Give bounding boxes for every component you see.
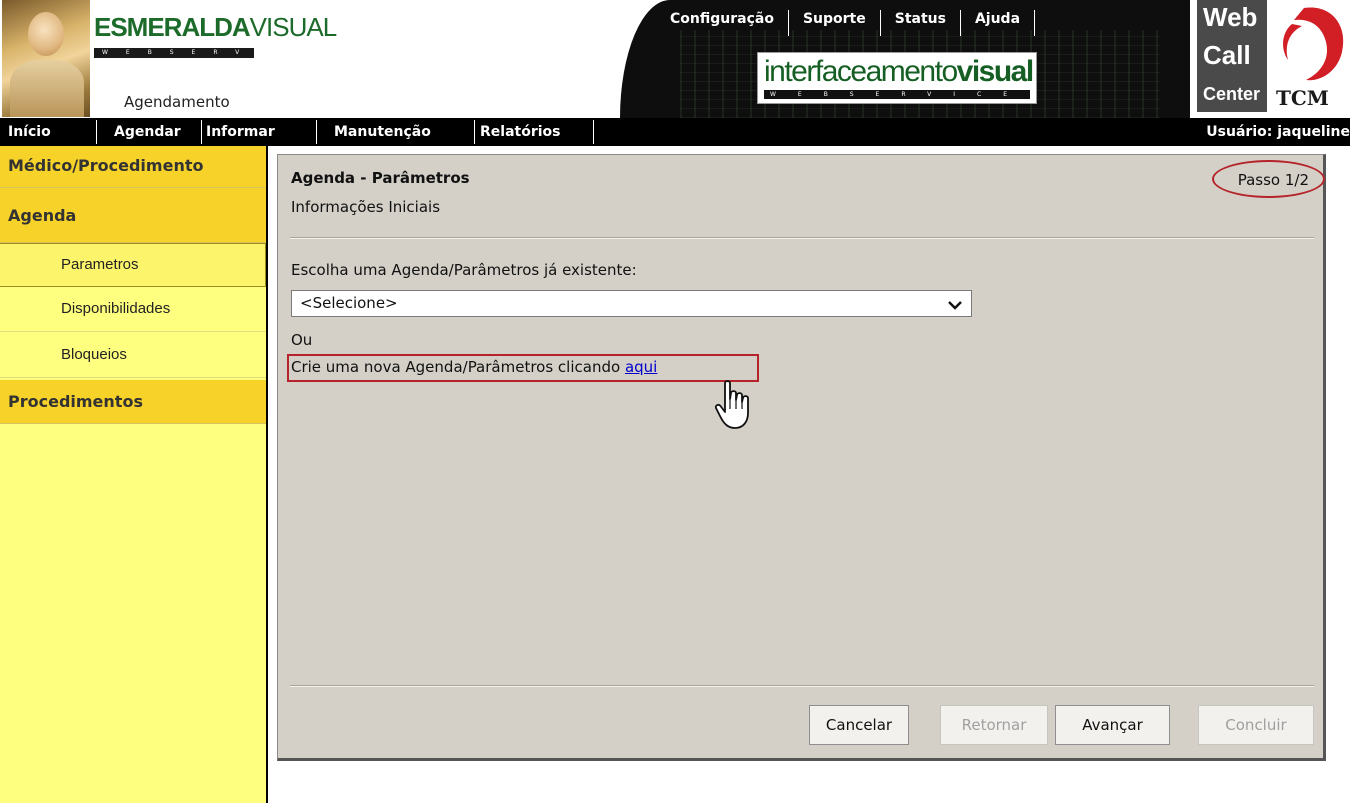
divider (290, 237, 1314, 239)
or-label: Ou (291, 331, 313, 349)
webcall-center-logo: Web Call Center (1197, 0, 1267, 112)
top-nav-suporte[interactable]: Suporte (789, 10, 881, 36)
nav-inicio[interactable]: Início (8, 118, 51, 146)
brand-logo-area: ESMERALDAVISUAL WEBSERVICE Agendamento (0, 0, 337, 118)
create-new-agenda-link[interactable]: aqui (625, 358, 657, 376)
sidebar-section-medico-procedimento[interactable]: Médico/Procedimento (0, 146, 266, 188)
top-nav-configuracao[interactable]: Configuração (660, 10, 789, 36)
step-indicator: Passo 1/2 (1237, 171, 1309, 189)
wizard-panel: Agenda - Parâmetros Informações Iniciais… (277, 154, 1326, 761)
create-new-agenda-text: Crie uma nova Agenda/Parâmetros clicando… (291, 358, 658, 376)
nav-agendar[interactable]: Agendar (114, 118, 181, 146)
nav-informar[interactable]: Informar (206, 118, 275, 146)
top-nav-status[interactable]: Status (881, 10, 961, 36)
tcm-label: TCM (1276, 86, 1329, 110)
top-nav: Configuração Suporte Status Ajuda (660, 10, 1036, 36)
divider (290, 685, 1314, 687)
page-subtitle: Informações Iniciais (291, 198, 441, 216)
finish-button[interactable]: Concluir (1198, 705, 1314, 745)
interfaceamento-visual-logo: interfaceamentovisual WEBSERVICE (757, 52, 1037, 104)
next-button[interactable]: Avançar (1055, 705, 1170, 745)
sidebar-section-agenda[interactable]: Agenda (0, 188, 266, 243)
sidebar-item-bloqueios[interactable]: Bloqueios (0, 334, 266, 378)
agenda-select-value: <Selecione> (300, 294, 398, 312)
sidebar-item-parametros[interactable]: Parametros (0, 243, 266, 287)
agenda-select[interactable]: <Selecione> (291, 290, 972, 317)
sidebar-item-disponibilidades[interactable]: Disponibilidades (0, 288, 266, 332)
sidebar: Médico/Procedimento Agenda Parametros Di… (0, 146, 268, 803)
cancel-button[interactable]: Cancelar (809, 705, 909, 745)
nav-relatorios[interactable]: Relatórios (480, 118, 561, 146)
brand-logo: ESMERALDAVISUAL WEBSERVICE (94, 12, 337, 58)
brand-avatar (2, 0, 90, 117)
header: ESMERALDAVISUAL WEBSERVICE Agendamento C… (0, 0, 1350, 118)
nav-manutencao[interactable]: Manutenção (334, 118, 431, 146)
current-user-label: Usuário: jaqueline (1206, 124, 1350, 140)
choose-agenda-label: Escolha uma Agenda/Parâmetros já existen… (291, 261, 637, 279)
chevron-down-icon (947, 291, 963, 316)
sidebar-section-procedimentos[interactable]: Procedimentos (0, 380, 266, 424)
hand-pointer-icon (715, 380, 749, 429)
back-button[interactable]: Retornar (940, 705, 1048, 745)
top-nav-ajuda[interactable]: Ajuda (961, 10, 1036, 36)
main-nav: Início Agendar Informar Manutenção Relat… (0, 118, 1350, 146)
page-title: Agenda - Parâmetros (291, 169, 470, 187)
module-label: Agendamento (124, 93, 230, 111)
